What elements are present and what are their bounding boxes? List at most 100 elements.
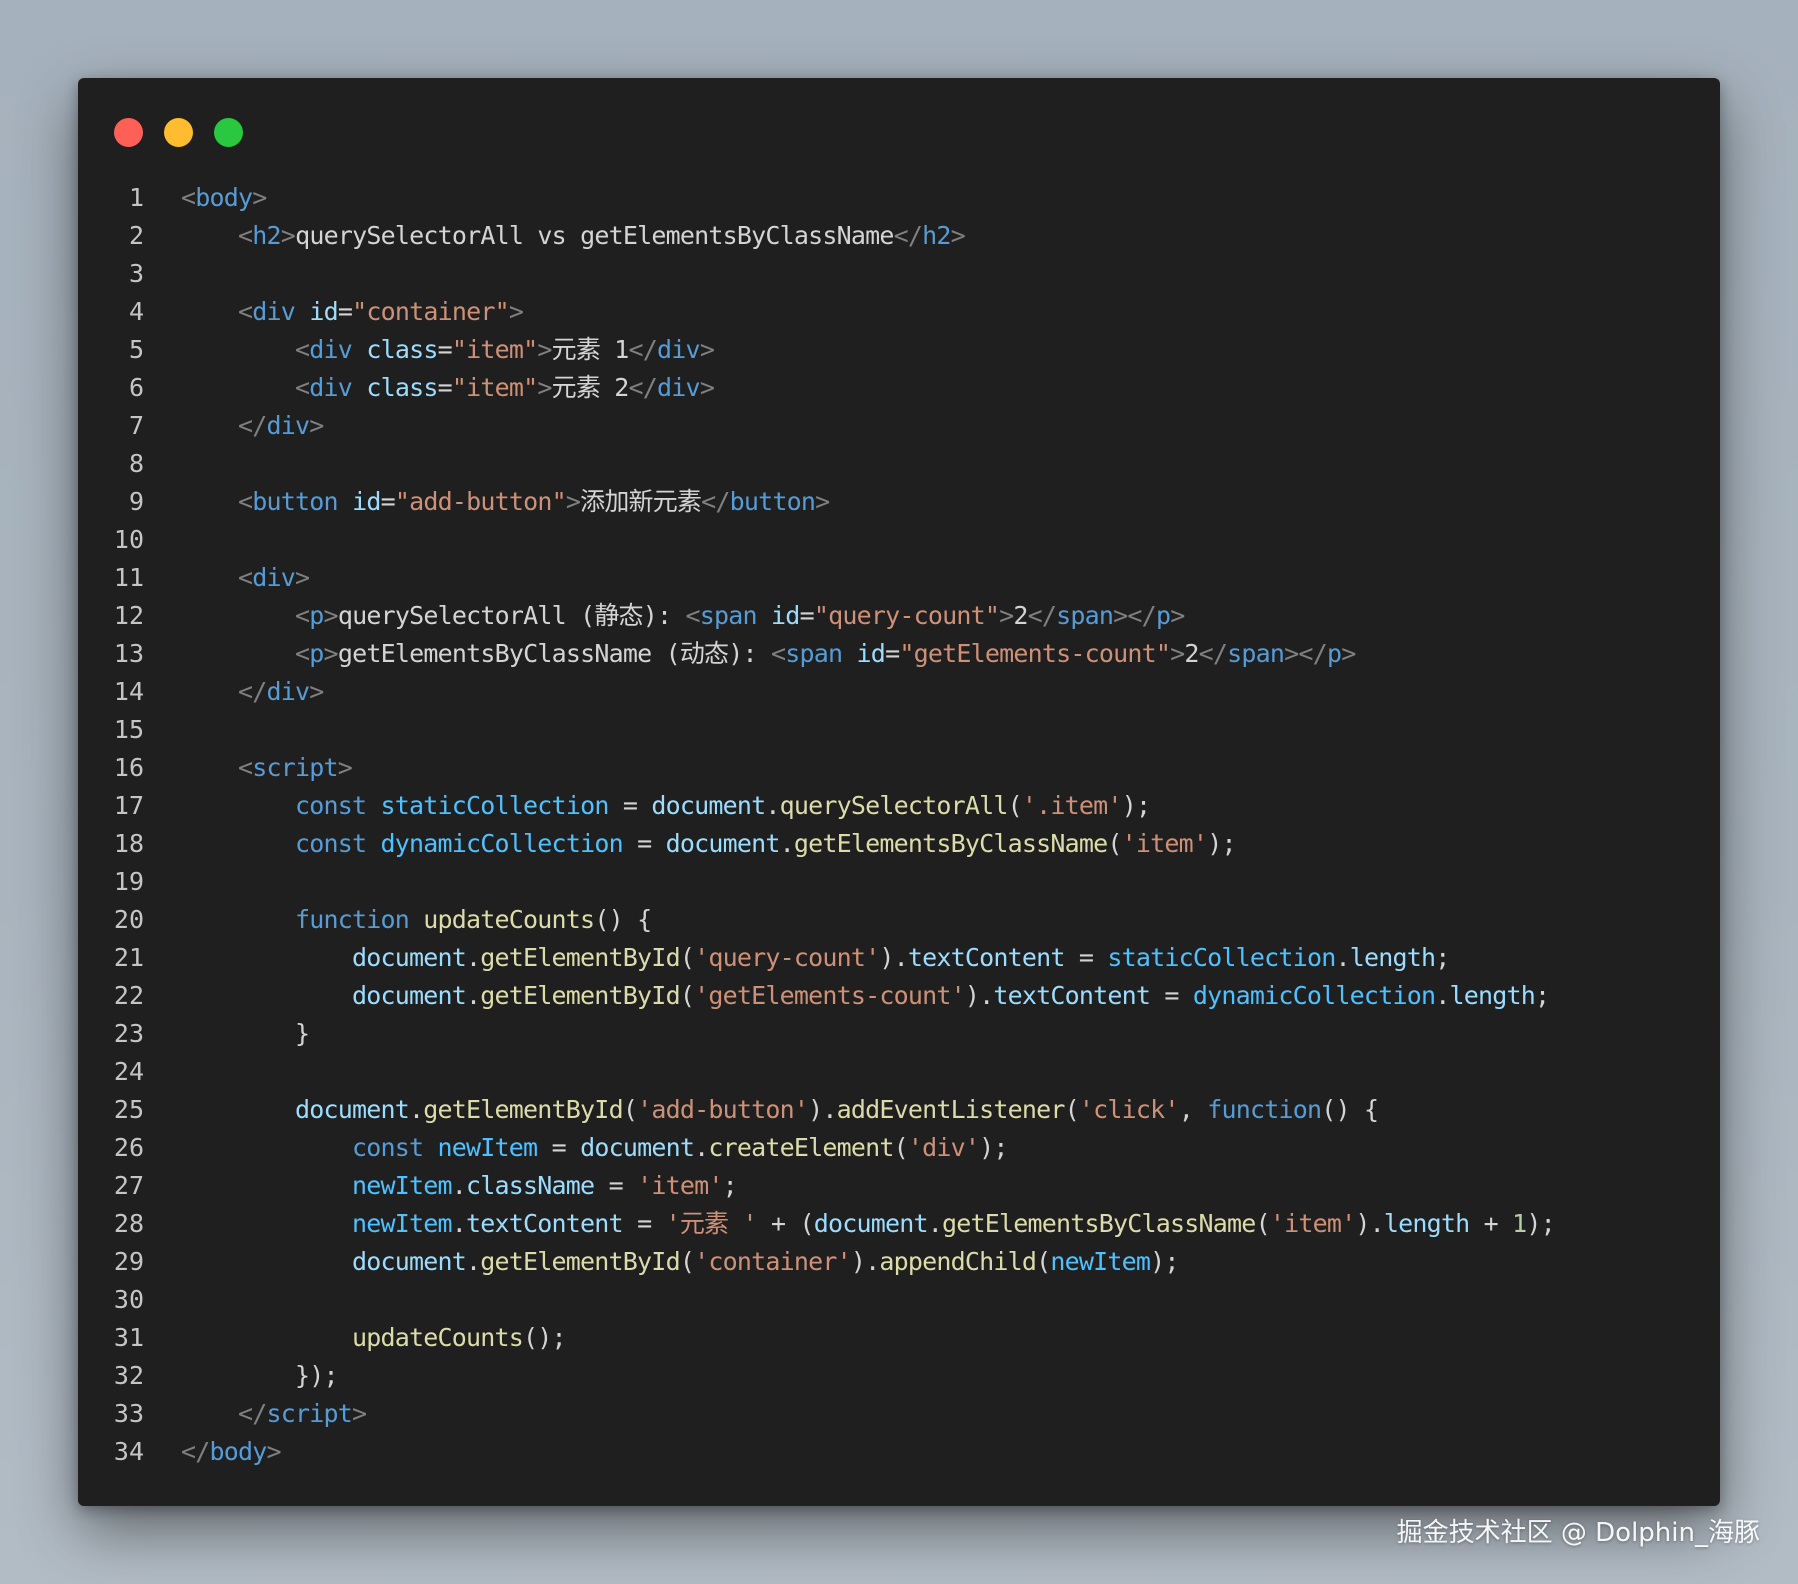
line-number: 23: [113, 1019, 144, 1048]
code-token: >: [352, 1399, 367, 1428]
code-token: function: [295, 905, 410, 934]
code-token: >: [537, 335, 552, 364]
code-text: const dynamicCollection = document.getEl…: [181, 825, 1236, 863]
code-token: ).: [1355, 1209, 1384, 1238]
code-text: newItem.className = 'item';: [181, 1167, 738, 1205]
code-token: >: [252, 183, 267, 212]
code-token: textContent: [907, 943, 1066, 972]
code-text: <div class="item">元素 2</div>: [181, 369, 715, 407]
code-token: 'container': [694, 1247, 852, 1276]
code-text: <p>getElementsByClassName (动态): <span id…: [181, 635, 1356, 673]
code-token: div: [657, 373, 701, 402]
code-token: }: [295, 1019, 310, 1048]
line-number: 5: [128, 335, 144, 364]
code-line: 22 document.getElementById('getElements-…: [78, 977, 1720, 1015]
code-token: document: [813, 1209, 929, 1238]
code-token: <: [238, 753, 253, 782]
line-number: 8: [128, 449, 144, 478]
code-token: length: [1383, 1209, 1470, 1238]
code-token: button: [252, 487, 338, 516]
code-token: .: [466, 981, 481, 1010]
code-token: "container": [352, 297, 510, 326]
line-number: 27: [113, 1171, 144, 1200]
line-number: 25: [113, 1095, 144, 1124]
code-line: 12 <p>querySelectorAll (静态): <span id="q…: [78, 597, 1720, 635]
code-token: "item": [451, 373, 538, 402]
code-token: p: [1326, 639, 1342, 668]
code-token: (: [622, 1095, 638, 1124]
code-token: =: [337, 297, 353, 326]
line-number: 20: [113, 905, 144, 934]
close-window-icon[interactable]: [114, 118, 143, 147]
code-token: .: [409, 1095, 424, 1124]
line-number: 4: [128, 297, 144, 326]
code-token: h2: [922, 221, 951, 250]
maximize-window-icon[interactable]: [214, 118, 243, 147]
code-token: =: [537, 1133, 581, 1162]
code-token: getElementById: [480, 1247, 680, 1276]
code-token: "query-count": [813, 601, 1000, 630]
code-line: 15: [78, 711, 1720, 749]
line-number: 31: [113, 1323, 144, 1352]
code-token: >: [537, 373, 552, 402]
code-token: "getElements-count": [899, 639, 1171, 668]
code-token: document: [580, 1133, 695, 1162]
line-number: 3: [128, 259, 144, 288]
code-token: >: [337, 753, 353, 782]
code-token: getElementById: [423, 1095, 623, 1124]
code-line: 32 });: [78, 1357, 1720, 1395]
line-number: 16: [113, 753, 144, 782]
line-number: 22: [113, 981, 144, 1010]
code-token: ;: [722, 1171, 738, 1200]
code-token: >: [1341, 639, 1356, 668]
code-token: </: [893, 221, 923, 250]
code-token: 添加新元素: [580, 487, 702, 516]
code-line: 26 const newItem = document.createElemen…: [78, 1129, 1720, 1167]
code-token: '元素 ': [665, 1209, 758, 1238]
code-line: 9 <button id="add-button">添加新元素</button>: [78, 483, 1720, 521]
code-text: <button id="add-button">添加新元素</button>: [181, 483, 830, 521]
code-token: >: [1170, 639, 1185, 668]
code-token: class: [366, 335, 438, 364]
code-token: h2: [252, 221, 281, 250]
line-number: 17: [113, 791, 144, 820]
code-token: document: [352, 1247, 467, 1276]
code-token: "item": [451, 335, 538, 364]
code-token: id: [856, 639, 886, 668]
minimize-window-icon[interactable]: [164, 118, 193, 147]
line-number: 18: [113, 829, 144, 858]
code-text: document.getElementById('getElements-cou…: [181, 977, 1550, 1015]
code-token: appendChild: [879, 1247, 1037, 1276]
code-token: >: [699, 373, 715, 402]
code-token: 'item': [1121, 829, 1208, 858]
code-token: dynamicCollection: [1192, 981, 1436, 1010]
code-token: const: [295, 829, 367, 858]
code-token: 2: [1184, 639, 1199, 668]
code-text: <body>: [181, 179, 267, 217]
code-token: >: [699, 335, 715, 364]
code-token: '.item': [1021, 791, 1123, 820]
code-token: </: [628, 335, 658, 364]
code-line: 2 <h2>querySelectorAll vs getElementsByC…: [78, 217, 1720, 255]
code-token: span: [785, 639, 843, 668]
code-line: 19: [78, 863, 1720, 901]
code-text: }: [181, 1015, 310, 1053]
code-token: <: [181, 183, 196, 212]
code-token: =: [380, 487, 396, 516]
code-token: </: [181, 1437, 210, 1466]
code-token: document: [352, 943, 467, 972]
code-token: textContent: [466, 1209, 624, 1238]
code-token: staticCollection: [1107, 943, 1336, 972]
code-token: 2: [1013, 601, 1028, 630]
code-text: document.getElementById('container').app…: [181, 1243, 1179, 1281]
code-token: length: [1349, 943, 1436, 972]
code-token: querySelectorAll (静态):: [337, 601, 686, 630]
